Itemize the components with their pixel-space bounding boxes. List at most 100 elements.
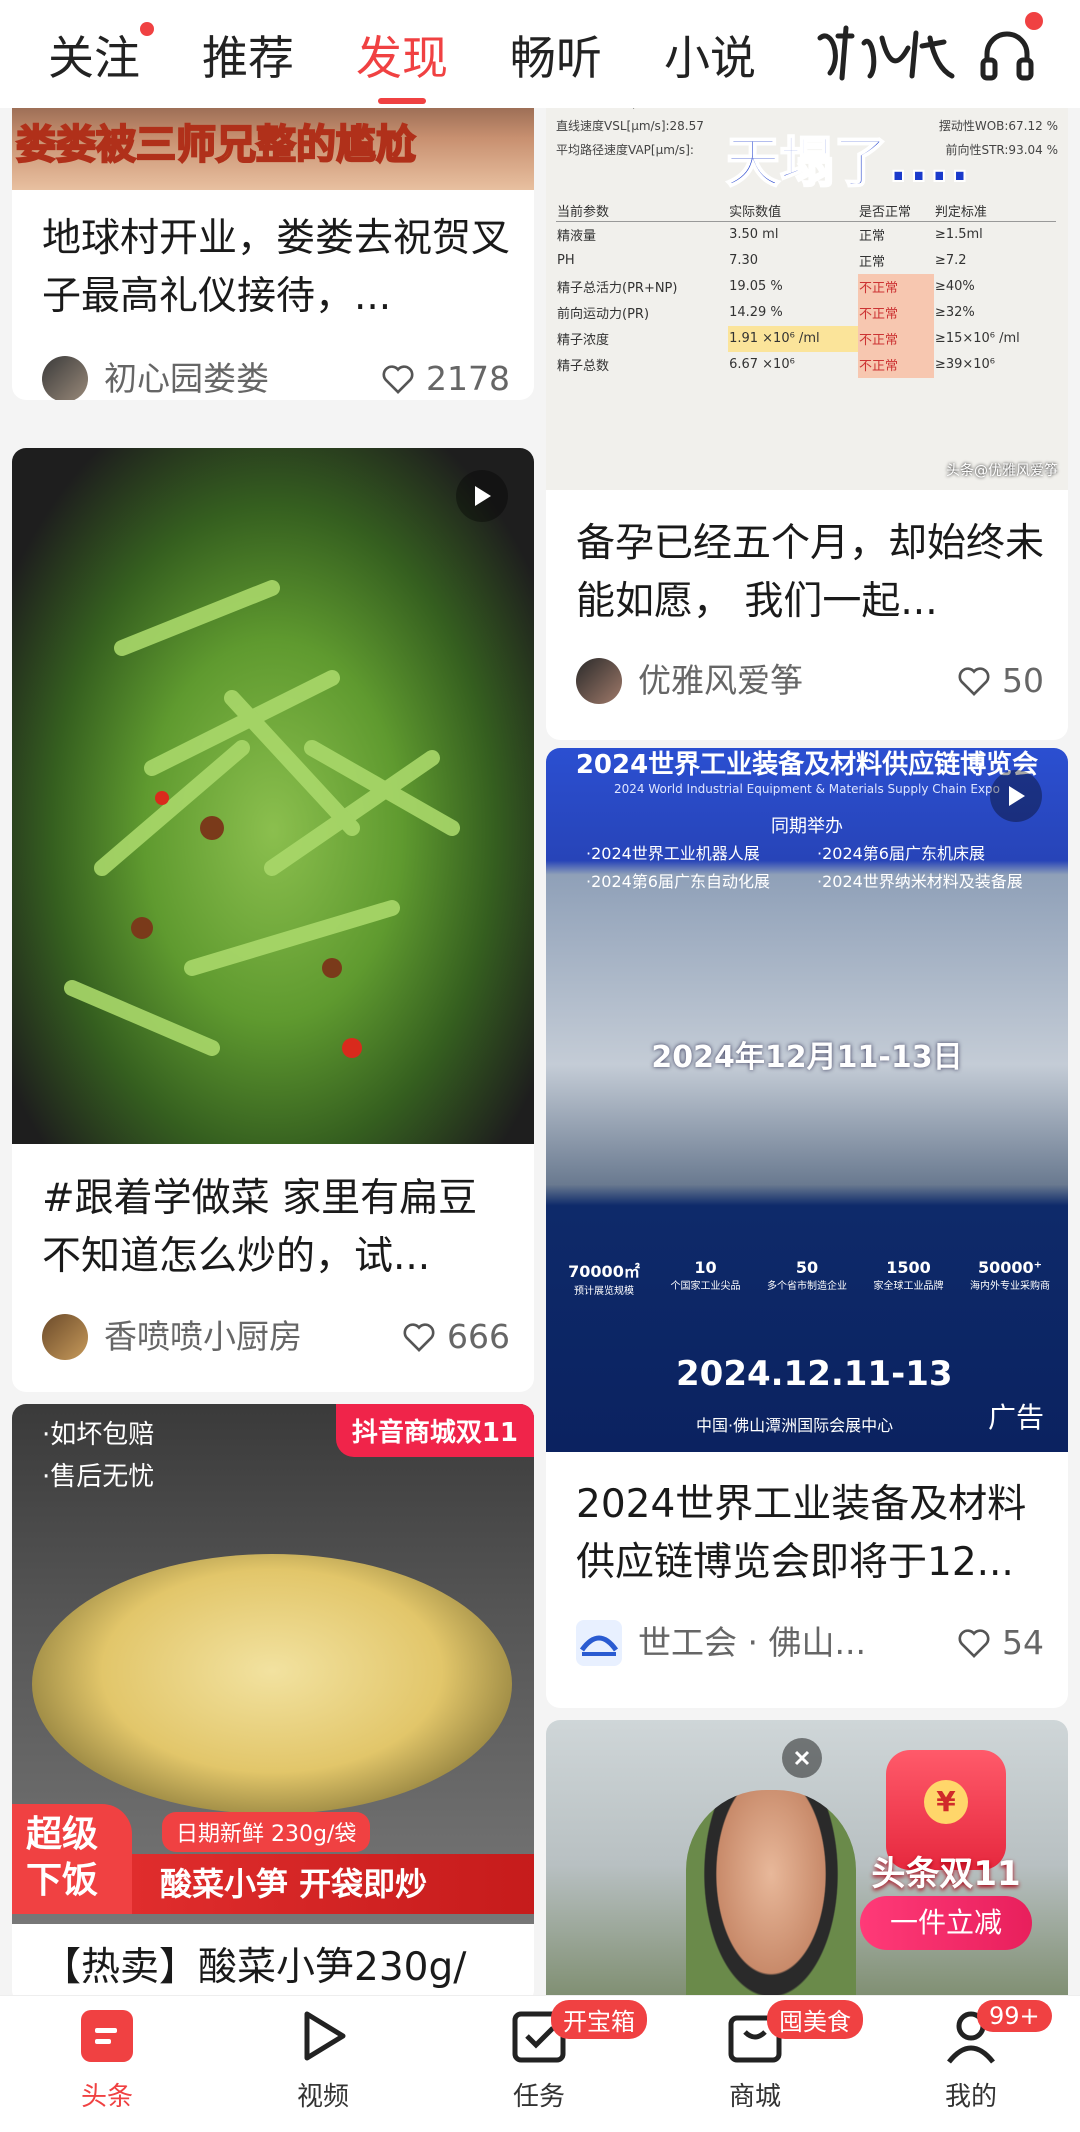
avatar[interactable]	[576, 1620, 622, 1666]
heart-icon	[958, 667, 990, 696]
concurrent-item: ·2024第6届广东机床展	[817, 844, 985, 863]
nav-label: 任务	[512, 2082, 565, 2112]
play-icon	[475, 486, 491, 506]
banner-title: 2024世界工业装备及材料供应链博览会	[575, 750, 1039, 780]
like-count-value: 54	[1002, 1623, 1044, 1662]
bottom-nav: 头条 视频 开宝箱 任务 囤美食 商城 99+ 我的	[0, 1995, 1080, 2132]
author-name[interactable]: 世工会 · 佛山...	[638, 1620, 866, 1666]
tab-novel-label: 小说	[664, 31, 756, 85]
expo-date: 2024.12.11-13	[676, 1354, 953, 1394]
video-play-indicator	[990, 770, 1042, 822]
like-count-value: 2178	[426, 359, 510, 398]
nav-video[interactable]: 视频	[248, 2006, 398, 2126]
card-thumbnail	[12, 448, 534, 1144]
promo-button[interactable]: 一件立减	[860, 1896, 1032, 1950]
spec-tag: 日期新鲜 230g/袋	[162, 1812, 371, 1852]
close-button[interactable]	[782, 1738, 822, 1778]
heart-icon	[403, 1323, 435, 1352]
expo-stats: 70000㎡ 预计展览规模 10 个国家工业尖品 50 多个省市制造企业 1500 家全…	[556, 1258, 1058, 1297]
tab-recommend-label: 推荐	[202, 31, 294, 85]
concurrent-label: 同期举办	[771, 816, 843, 837]
nav-home[interactable]: 头条	[32, 2006, 182, 2126]
avatar[interactable]	[42, 356, 88, 400]
tab-follow[interactable]: 关注	[48, 22, 154, 88]
concurrent-item: ·2024世界工业机器人展	[586, 844, 760, 863]
card-title: #跟着学做菜 家里有扁豆不知道怎么炒的，试...	[42, 1176, 478, 1279]
nav-mall[interactable]: 囤美食 商城	[680, 2000, 863, 2126]
close-icon	[794, 1750, 810, 1766]
stat-item: 70000㎡ 预计展览规模	[568, 1262, 640, 1297]
promo-title: 头条双11	[871, 1854, 1021, 1894]
author-name[interactable]: 优雅风爱筝	[638, 658, 803, 704]
feed-card[interactable]: ¥ 头条双11 一件立减	[546, 1720, 1068, 2010]
badge-line: 下饭	[26, 1860, 99, 1901]
channel-logo-tab[interactable]	[812, 18, 962, 88]
card-title: 地球村开业，娄娄去祝贺叉子最高礼仪接待，...	[42, 216, 511, 319]
food-plate	[32, 1554, 512, 1814]
nav-label: 我的	[944, 2082, 997, 2112]
nav-label: 商城	[728, 2082, 781, 2112]
card-meta: 初心园娄娄 2178	[42, 356, 510, 400]
product-banner: 酸菜小笋 开袋即炒	[132, 1854, 534, 1914]
notification-dot	[140, 22, 154, 36]
video-play-indicator	[456, 470, 508, 522]
ad-card[interactable]: 2024世界工业装备及材料供应链博览会 2024 World Industria…	[546, 748, 1068, 1708]
user-icon: 99+	[941, 2000, 1052, 2066]
promo-tag: 抖音商城双11	[335, 1404, 534, 1457]
nav-label: 头条	[80, 2082, 133, 2112]
concurrent-item: ·2024世界纳米材料及装备展	[817, 872, 1023, 891]
card-title: 【热卖】酸菜小笋230g/	[42, 1945, 467, 1990]
stat-item: 1500 家全球工业品牌	[873, 1258, 944, 1292]
stat-item: 50000⁺ 海内外专业采购商	[970, 1258, 1050, 1292]
date-overlay: 2024年12月11-13日	[651, 1040, 963, 1075]
heart-icon	[382, 365, 414, 394]
tab-novel[interactable]: 小说	[664, 22, 756, 88]
concurrent-item: ·2024第6届广东自动化展	[586, 872, 770, 891]
feed-card[interactable]: #跟着学做菜 家里有扁豆不知道怎么炒的，试... 香喷喷小厨房 666	[12, 448, 534, 1392]
tab-discover[interactable]: 发现	[356, 22, 448, 104]
feed-card[interactable]: 曲线速度VCL[μm/s]:43.09平均移动角度MAD(°):68.13直线性…	[546, 60, 1068, 740]
hot-badge: 超级 下饭	[12, 1804, 132, 1914]
product-card[interactable]: ·如坏包赔 ·售后无忧 抖音商城双11 超级 下饭 日期新鲜 230g/袋 酸菜…	[12, 1404, 534, 2004]
active-tab-indicator	[378, 98, 426, 104]
tab-recommend[interactable]: 推荐	[202, 22, 294, 88]
feed-card[interactable]: 娄娄被三师兄整的尴尬 地球村开业，娄娄去祝贺叉子最高礼仪接待，... 初心园娄娄…	[12, 60, 534, 400]
ad-label: 广告	[987, 1401, 1044, 1434]
report-table: 当前参数 实际数值 是否正常 判定标准 精液量 3.50 ml 正常 ≥1.5ml PH 7.…	[556, 200, 1056, 378]
promo-redpacket[interactable]: ¥ 头条双11 一件立减	[846, 1750, 1046, 1960]
like-count-value: 666	[447, 1317, 510, 1356]
promo-line: ·售后无忧	[42, 1462, 155, 1492]
author-name[interactable]: 香喷喷小厨房	[104, 1314, 302, 1360]
like-count[interactable]: 666	[401, 1314, 510, 1360]
card-thumbnail: 2024世界工业装备及材料供应链博览会 2024 World Industria…	[546, 748, 1068, 1452]
card-thumbnail: ·如坏包赔 ·售后无忧 抖音商城双11 超级 下饭 日期新鲜 230g/袋 酸菜…	[12, 1404, 534, 1924]
avatar[interactable]	[576, 658, 622, 704]
nav-tasks[interactable]: 开宝箱 任务	[464, 2000, 647, 2126]
food-photo	[64, 580, 460, 1058]
card-title: 备孕已经五个月，却始终未能如愿， 我们一起...	[576, 521, 1045, 624]
nav-badge: 囤美食	[767, 2000, 863, 2039]
card-meta: 优雅风爱筝 50	[576, 658, 1044, 708]
card-title: 2024世界工业装备及材料供应链博览会即将于12...	[576, 1482, 1027, 1585]
headphones-icon	[980, 31, 1034, 81]
avatar[interactable]	[42, 1314, 88, 1360]
expo-venue: 中国·佛山潭洲国际会展中心	[696, 1416, 894, 1435]
stat-item: 50 多个省市制造企业	[767, 1258, 847, 1292]
concurrent-list: ·2024世界工业机器人展 ·2024第6届广东机床展 ·2024第6届广东自动…	[586, 840, 1048, 896]
shopping-bag-icon: 囤美食	[725, 2000, 863, 2066]
tab-follow-label: 关注	[48, 31, 140, 85]
listen-headset-button[interactable]	[975, 12, 1043, 86]
top-nav: 关注 推荐 发现 畅听 小说	[0, 0, 1080, 108]
tab-listen[interactable]: 畅听	[510, 22, 602, 88]
nav-badge: 99+	[977, 2000, 1052, 2032]
tab-listen-label: 畅听	[510, 31, 602, 85]
nav-me[interactable]: 99+ 我的	[896, 2000, 1052, 2126]
like-count[interactable]: 2178	[380, 356, 510, 400]
author-name[interactable]: 初心园娄娄	[104, 356, 269, 400]
like-count[interactable]: 50	[956, 658, 1044, 704]
like-count[interactable]: 54	[956, 1620, 1044, 1666]
play-icon	[1009, 786, 1025, 806]
notification-dot	[1025, 12, 1043, 30]
promo-lines: ·如坏包赔 ·售后无忧	[42, 1414, 154, 1498]
task-check-icon: 开宝箱	[509, 2000, 647, 2066]
